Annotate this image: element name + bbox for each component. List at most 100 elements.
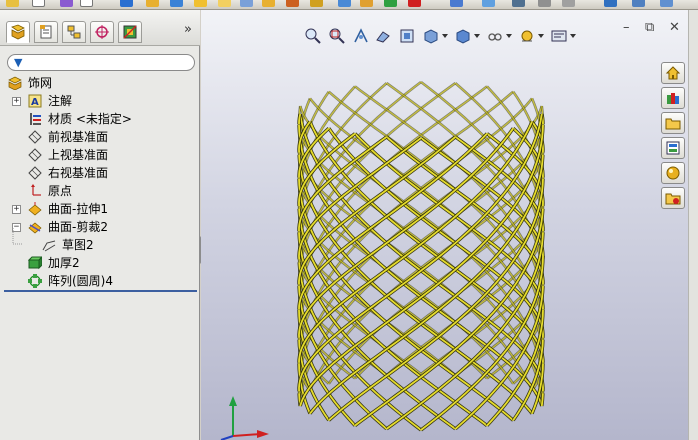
dimxpert-icon [95,25,109,39]
tab-feature-manager[interactable] [6,21,30,43]
toolbar-icon[interactable] [482,0,495,7]
toolbar-icon[interactable] [450,0,463,7]
toolbar-icon[interactable] [218,0,231,7]
tree-item-label: 原点 [48,184,73,198]
feature-manager-icon [11,24,25,40]
tree-item-label: 草图2 [62,238,94,252]
property-manager-icon [40,25,52,39]
mesh-model[interactable] [201,10,698,440]
feature-filter-input[interactable]: ▼ [7,54,195,71]
tree-item-circular-pattern[interactable]: 阵列(圆周)4 [6,272,196,290]
tab-property-manager[interactable] [34,21,58,43]
tree-item-label: 曲面-剪裁2 [48,220,108,234]
tree-item-surface-extrude[interactable]: + 曲面-拉伸1 [6,200,196,218]
plane-icon [28,130,42,144]
mesh-strand [540,393,544,407]
toolbar-icon[interactable] [170,0,183,7]
annotations-icon: A [28,94,42,108]
toolbar-icon[interactable] [6,0,19,7]
feature-manager-panel: » ▼ 饰网 + A 注解 材质 <未指定> 前视基准面 上视基准面 右视基准面… [0,10,200,440]
material-icon [30,113,41,125]
tree-item-material[interactable]: 材质 <未指定> [6,110,196,128]
tree-item-origin[interactable]: 原点 [6,182,196,200]
tree-item-label: 曲面-拉伸1 [48,202,108,216]
tree-item-label: 阵列(圆周)4 [48,274,113,288]
tree-item-annotations[interactable]: + A 注解 [6,92,196,110]
toolbar-icon[interactable] [562,0,575,7]
toolbar-icon[interactable] [262,0,275,7]
tab-dimxpert-manager[interactable] [90,21,114,43]
manager-tabs: » [0,10,200,46]
tree-item-label: 注解 [48,94,73,108]
display-manager-icon [123,25,137,39]
toolbar-icon[interactable] [538,0,551,7]
toolbar-icon[interactable] [120,0,133,7]
thicken-icon [28,256,42,270]
configuration-manager-icon [67,25,81,39]
task-pane-edge [688,10,698,440]
design-library-icon [667,93,679,104]
task-pane-home[interactable] [661,62,685,84]
surface-trim-icon [28,222,42,234]
toolbar-icon[interactable] [194,0,207,7]
toolbar-icon[interactable] [384,0,397,7]
task-pane-view-palette[interactable] [661,137,685,159]
toolbar-icon[interactable] [360,0,373,7]
toolbar-icon[interactable] [146,0,159,7]
file-explorer-icon [665,118,681,130]
graphics-area[interactable]: – ⧉ ✕ [201,10,698,440]
home-icon [665,66,681,80]
tree-item-label: 材质 <未指定> [48,112,132,126]
toolbar-icon[interactable] [286,0,299,7]
solidworks-window: » ▼ 饰网 + A 注解 材质 <未指定> 前视基准面 上视基准面 右视基准面… [0,0,698,440]
svg-text:A: A [31,97,39,108]
tree-item-thicken[interactable]: 加厚2 [6,254,196,272]
task-pane-appearances[interactable] [661,162,685,184]
command-toolbar [0,0,698,10]
expand-toggle[interactable]: + [12,205,21,214]
filter-icon: ▼ [14,56,23,69]
expand-toggle[interactable]: + [12,97,21,106]
tree-item-sketch[interactable]: 草图2 [12,228,196,254]
tab-configuration-manager[interactable] [62,21,86,43]
rollback-bar[interactable] [4,290,197,292]
view-palette-icon [666,141,680,155]
tree-root-label: 饰网 [28,76,53,90]
task-pane-tabs [660,62,687,212]
task-pane-file-explorer[interactable] [661,112,685,134]
toolbar-icon[interactable] [632,0,645,7]
tree-item-top-plane[interactable]: 上视基准面 [6,146,196,164]
toolbar-icon[interactable] [604,0,617,7]
expand-panel-button[interactable]: » [184,22,192,37]
part-icon [8,76,22,90]
toolbar-icon[interactable] [240,0,253,7]
toolbar-icon[interactable] [408,0,421,7]
plane-icon [28,166,42,180]
tree-item-label: 加厚2 [48,256,80,270]
tree-connector [12,228,23,245]
triad-icon [220,396,269,440]
toolbar-icon[interactable] [512,0,525,7]
circular-pattern-icon [28,274,42,288]
toolbar-icon[interactable] [338,0,351,7]
tree-item-label: 右视基准面 [48,166,109,180]
toolbar-icon[interactable] [660,0,673,7]
appearances-icon [666,166,680,180]
toolbar-icon[interactable] [310,0,323,7]
tree-item-label: 前视基准面 [48,130,109,144]
sketch-icon [42,240,56,252]
origin-icon [31,184,41,196]
task-pane-design-library[interactable] [661,87,685,109]
toolbar-icon[interactable] [60,0,73,7]
task-pane-custom-properties[interactable] [661,187,685,209]
custom-properties-icon [665,193,681,205]
tree-root[interactable]: 饰网 [6,74,196,92]
tab-display-manager[interactable] [118,21,142,43]
toolbar-icon[interactable] [32,0,45,7]
tree-item-front-plane[interactable]: 前视基准面 [6,128,196,146]
plane-icon [28,148,42,162]
tree-item-right-plane[interactable]: 右视基准面 [6,164,196,182]
toolbar-icon[interactable] [80,0,93,7]
surface-extrude-icon [28,202,42,216]
tree-item-surface-trim[interactable]: − 曲面-剪裁2 [6,218,196,236]
